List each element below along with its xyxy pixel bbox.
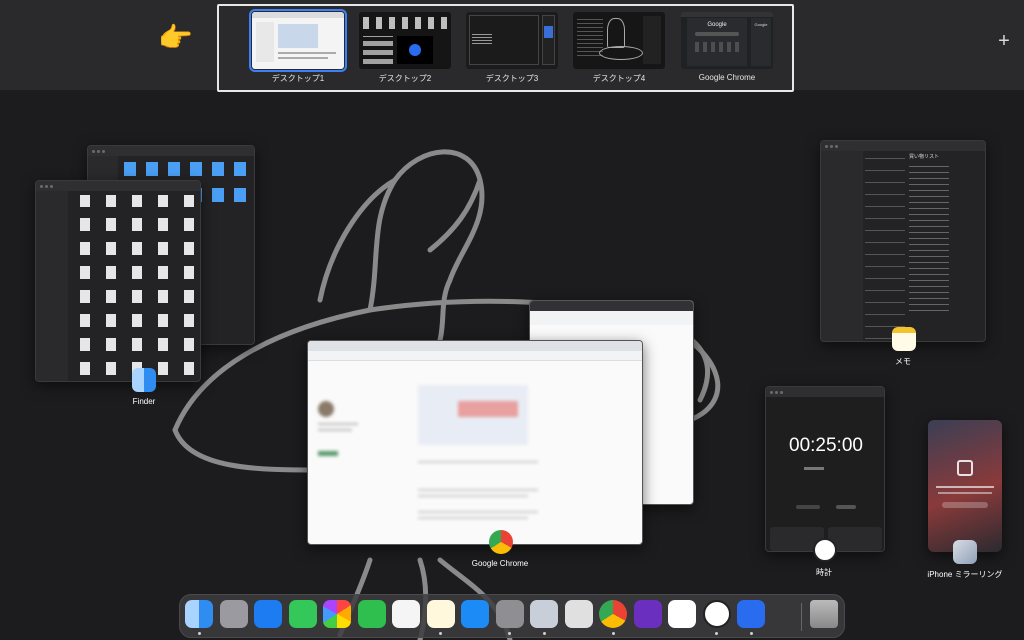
lock-icon xyxy=(957,460,973,476)
finder-icon[interactable] xyxy=(185,600,213,628)
memo-heading: 買い物リスト xyxy=(909,154,940,160)
facetime-icon[interactable] xyxy=(357,600,386,628)
freeform-icon[interactable] xyxy=(668,600,696,628)
window-titlebar xyxy=(36,181,200,191)
space-thumbnail xyxy=(359,12,451,69)
notes-icon xyxy=(892,327,916,351)
system-settings-icon[interactable] xyxy=(495,600,524,628)
running-indicator xyxy=(715,632,718,635)
google-logo: Google xyxy=(754,22,768,27)
safari-icon[interactable] xyxy=(254,600,282,628)
space-thumbnail xyxy=(466,12,558,69)
space-thumbnail: Google Google xyxy=(681,12,773,69)
notes-icon[interactable] xyxy=(426,600,455,628)
chrome-window-label: Google Chrome xyxy=(471,559,529,568)
finder-window-front[interactable] xyxy=(35,180,201,382)
pointing-hand-icon: 👉 xyxy=(158,22,193,53)
browser-address-bar xyxy=(308,351,642,361)
reminders-icon[interactable] xyxy=(392,600,420,628)
clock-window[interactable]: 00:25:00 xyxy=(765,386,885,552)
space-label: Google Chrome xyxy=(698,73,756,82)
chrome-icon xyxy=(489,530,513,554)
space-desktop-3[interactable]: デスクトップ3 xyxy=(466,12,558,84)
iphone-mirroring-icon xyxy=(953,540,977,564)
clock-icon[interactable] xyxy=(702,600,731,628)
window-titlebar xyxy=(821,141,985,151)
trash-icon[interactable] xyxy=(810,600,838,628)
iphone-mirroring-icon[interactable] xyxy=(530,600,558,628)
google-logo: Google xyxy=(707,22,727,28)
clock-window-label: 時計 xyxy=(816,568,832,577)
space-label: デスクトップ2 xyxy=(378,74,432,83)
finder-icon xyxy=(132,368,156,392)
space-desktop-4[interactable]: デスクトップ4 xyxy=(573,12,665,84)
window-titlebar xyxy=(766,387,884,397)
window-titlebar xyxy=(88,146,254,156)
running-indicator xyxy=(508,632,511,635)
space-thumbnail xyxy=(573,12,665,69)
running-indicator xyxy=(749,632,753,635)
running-indicator xyxy=(542,632,546,635)
space-desktop-2[interactable]: デスクトップ2 xyxy=(359,12,451,84)
running-indicator xyxy=(439,632,442,635)
iphone-mirroring-window[interactable] xyxy=(928,420,1002,552)
space-thumbnail xyxy=(249,9,347,72)
dock-separator xyxy=(801,603,802,631)
running-indicator xyxy=(611,632,615,635)
browser-tab-bar xyxy=(530,301,693,311)
browser-address-bar xyxy=(530,311,693,325)
clock-icon xyxy=(813,538,837,562)
affinity-designer-icon[interactable] xyxy=(633,600,662,628)
space-label: デスクトップ1 xyxy=(271,74,325,83)
chrome-icon[interactable] xyxy=(599,600,627,628)
launchpad-icon[interactable] xyxy=(219,600,248,628)
notes-window[interactable]: 買い物リスト xyxy=(820,140,986,342)
space-desktop-1[interactable]: デスクトップ1 xyxy=(249,9,347,84)
finder-window-label: Finder xyxy=(132,397,156,406)
space-label: デスクトップ3 xyxy=(485,74,539,83)
photos-icon[interactable] xyxy=(323,600,351,628)
running-indicator xyxy=(197,632,201,635)
messages-icon[interactable] xyxy=(288,600,317,628)
calculator-icon[interactable] xyxy=(564,600,593,628)
browser-tab-bar xyxy=(308,341,642,351)
space-google-chrome[interactable]: Google Google Google Chrome xyxy=(681,12,773,82)
space-label: デスクトップ4 xyxy=(592,74,646,83)
chrome-window-front[interactable] xyxy=(307,340,643,545)
notes-window-label: メモ xyxy=(895,357,911,366)
iphone-mirroring-label: iPhone ミラーリング xyxy=(927,570,1003,579)
timer-display: 00:25:00 xyxy=(789,435,863,456)
add-space-button[interactable]: + xyxy=(993,30,1015,52)
app-store-icon[interactable] xyxy=(461,600,489,628)
filmora-icon[interactable] xyxy=(737,600,765,628)
